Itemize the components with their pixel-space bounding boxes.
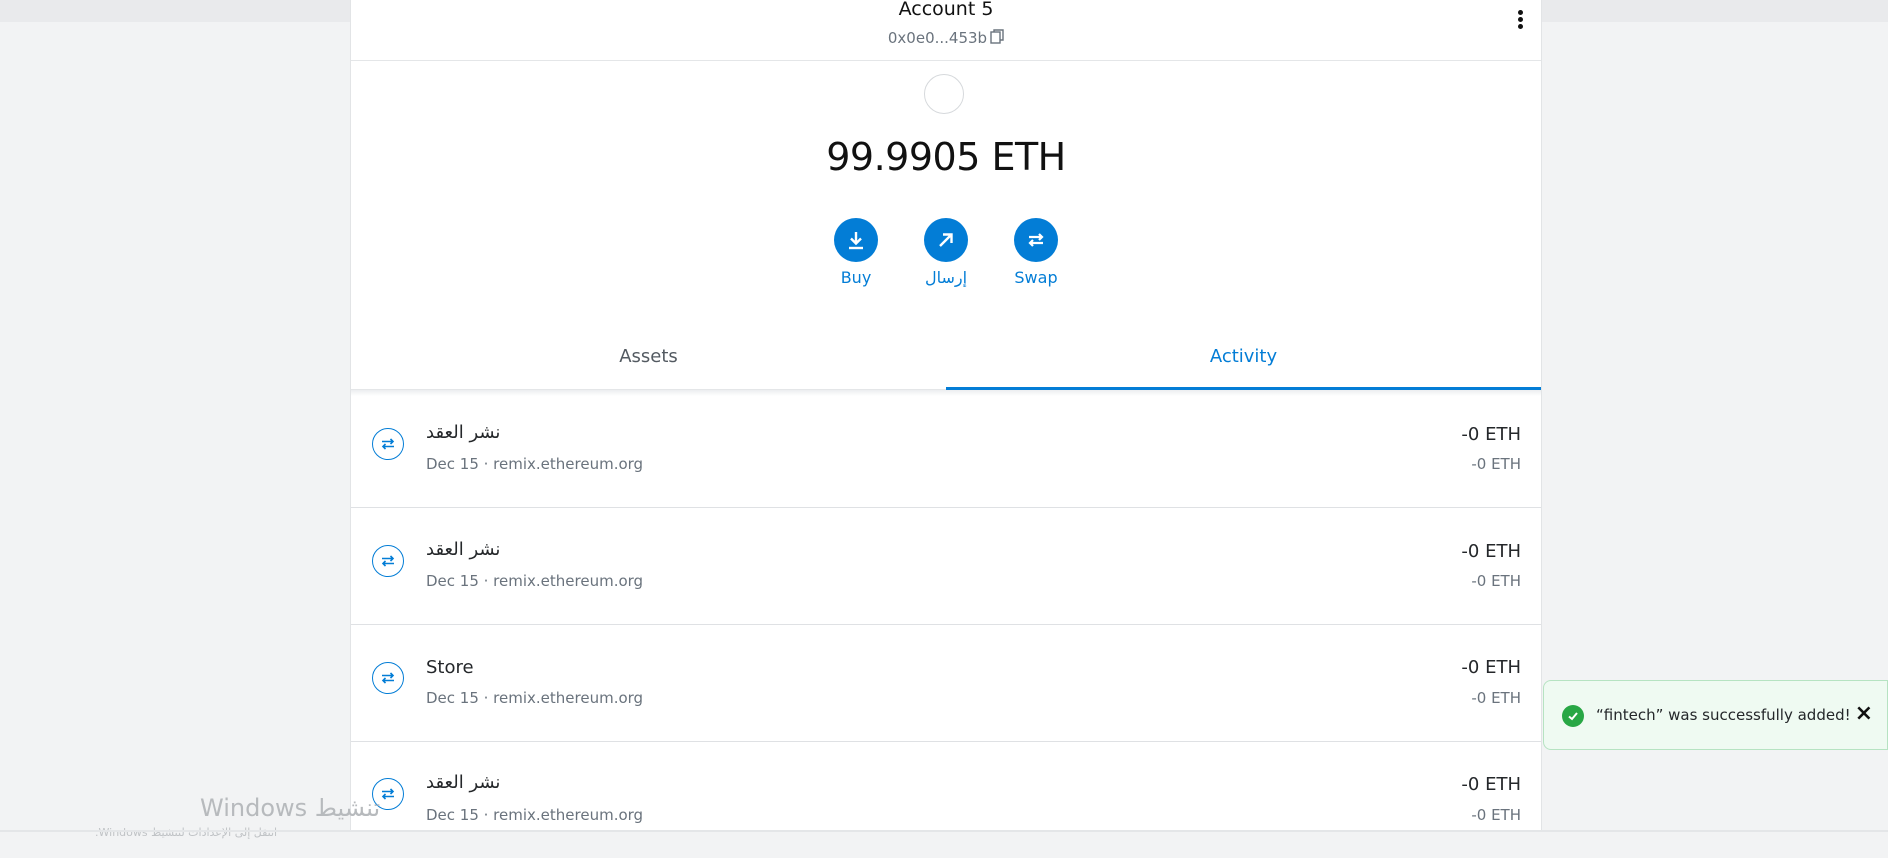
close-icon[interactable]: × — [1855, 701, 1873, 726]
account-address-row[interactable]: 0x0e0...453b — [351, 29, 1541, 48]
account-options-icon[interactable] — [1515, 10, 1525, 34]
transaction-fiat: -0 ETH — [1471, 806, 1521, 824]
toast-message: “fintech” was successfully added! — [1596, 706, 1851, 724]
account-address[interactable]: 0x0e0...453b — [888, 29, 987, 47]
copy-icon[interactable] — [990, 29, 1004, 48]
send-label: إرسال — [924, 268, 968, 287]
transaction-title: Store — [426, 657, 474, 678]
tab-assets[interactable]: Assets — [351, 328, 946, 390]
download-icon[interactable] — [834, 218, 878, 262]
transaction-amount: -0 ETH — [1461, 657, 1521, 678]
interaction-icon — [372, 662, 404, 694]
transaction-subtitle: Dec 15 · remix.ethereum.org — [426, 455, 644, 473]
transaction-amount: -0 ETH — [1461, 541, 1521, 562]
success-toast: “fintech” was successfully added! × — [1543, 680, 1888, 750]
transaction-title: نشر العقد — [426, 772, 501, 793]
windows-activation-watermark: تنشيط Windows — [200, 794, 381, 822]
transaction-title: نشر العقد — [426, 539, 501, 560]
interaction-icon — [372, 428, 404, 460]
transaction-subtitle: Dec 15 · remix.ethereum.org — [426, 572, 644, 590]
transaction-subtitle: Dec 15 · remix.ethereum.org — [426, 806, 644, 824]
wallet-panel: Account 5 0x0e0...453b 99.9905 ETH Buy إ… — [350, 0, 1542, 832]
transaction-fiat: -0 ETH — [1471, 572, 1521, 590]
transaction-row[interactable]: Store Dec 15 · remix.ethereum.org -0 ETH… — [351, 625, 1541, 742]
windows-activation-subtext: انتقل إلى الإعدادات لتنشيط Windows. — [95, 826, 278, 839]
token-avatar — [924, 74, 964, 114]
check-circle-icon — [1562, 705, 1584, 727]
transaction-fiat: -0 ETH — [1471, 455, 1521, 473]
transaction-subtitle: Dec 15 · remix.ethereum.org — [426, 689, 644, 707]
buy-label: Buy — [840, 268, 872, 287]
transaction-fiat: -0 ETH — [1471, 689, 1521, 707]
swap-icon[interactable] — [1014, 218, 1058, 262]
transaction-amount: -0 ETH — [1461, 424, 1521, 445]
swap-button[interactable]: Swap — [996, 218, 1076, 287]
interaction-icon — [372, 545, 404, 577]
swap-label: Swap — [1014, 268, 1058, 287]
tab-bar: Assets Activity — [351, 328, 1541, 390]
transaction-amount: -0 ETH — [1461, 774, 1521, 795]
account-name[interactable]: Account 5 — [351, 0, 1541, 20]
send-button[interactable]: إرسال — [906, 218, 986, 287]
balance-amount: 99.9905 ETH — [826, 135, 1066, 179]
transaction-row[interactable]: نشر العقد Dec 15 · remix.ethereum.org -0… — [351, 742, 1541, 858]
transaction-row[interactable]: نشر العقد Dec 15 · remix.ethereum.org -0… — [351, 508, 1541, 625]
send-arrow-icon[interactable] — [924, 218, 968, 262]
buy-button[interactable]: Buy — [816, 218, 896, 287]
account-header: Account 5 0x0e0...453b — [351, 0, 1541, 61]
tab-activity[interactable]: Activity — [946, 328, 1541, 390]
transaction-title: نشر العقد — [426, 422, 501, 443]
transaction-row[interactable]: نشر العقد Dec 15 · remix.ethereum.org -0… — [351, 391, 1541, 508]
